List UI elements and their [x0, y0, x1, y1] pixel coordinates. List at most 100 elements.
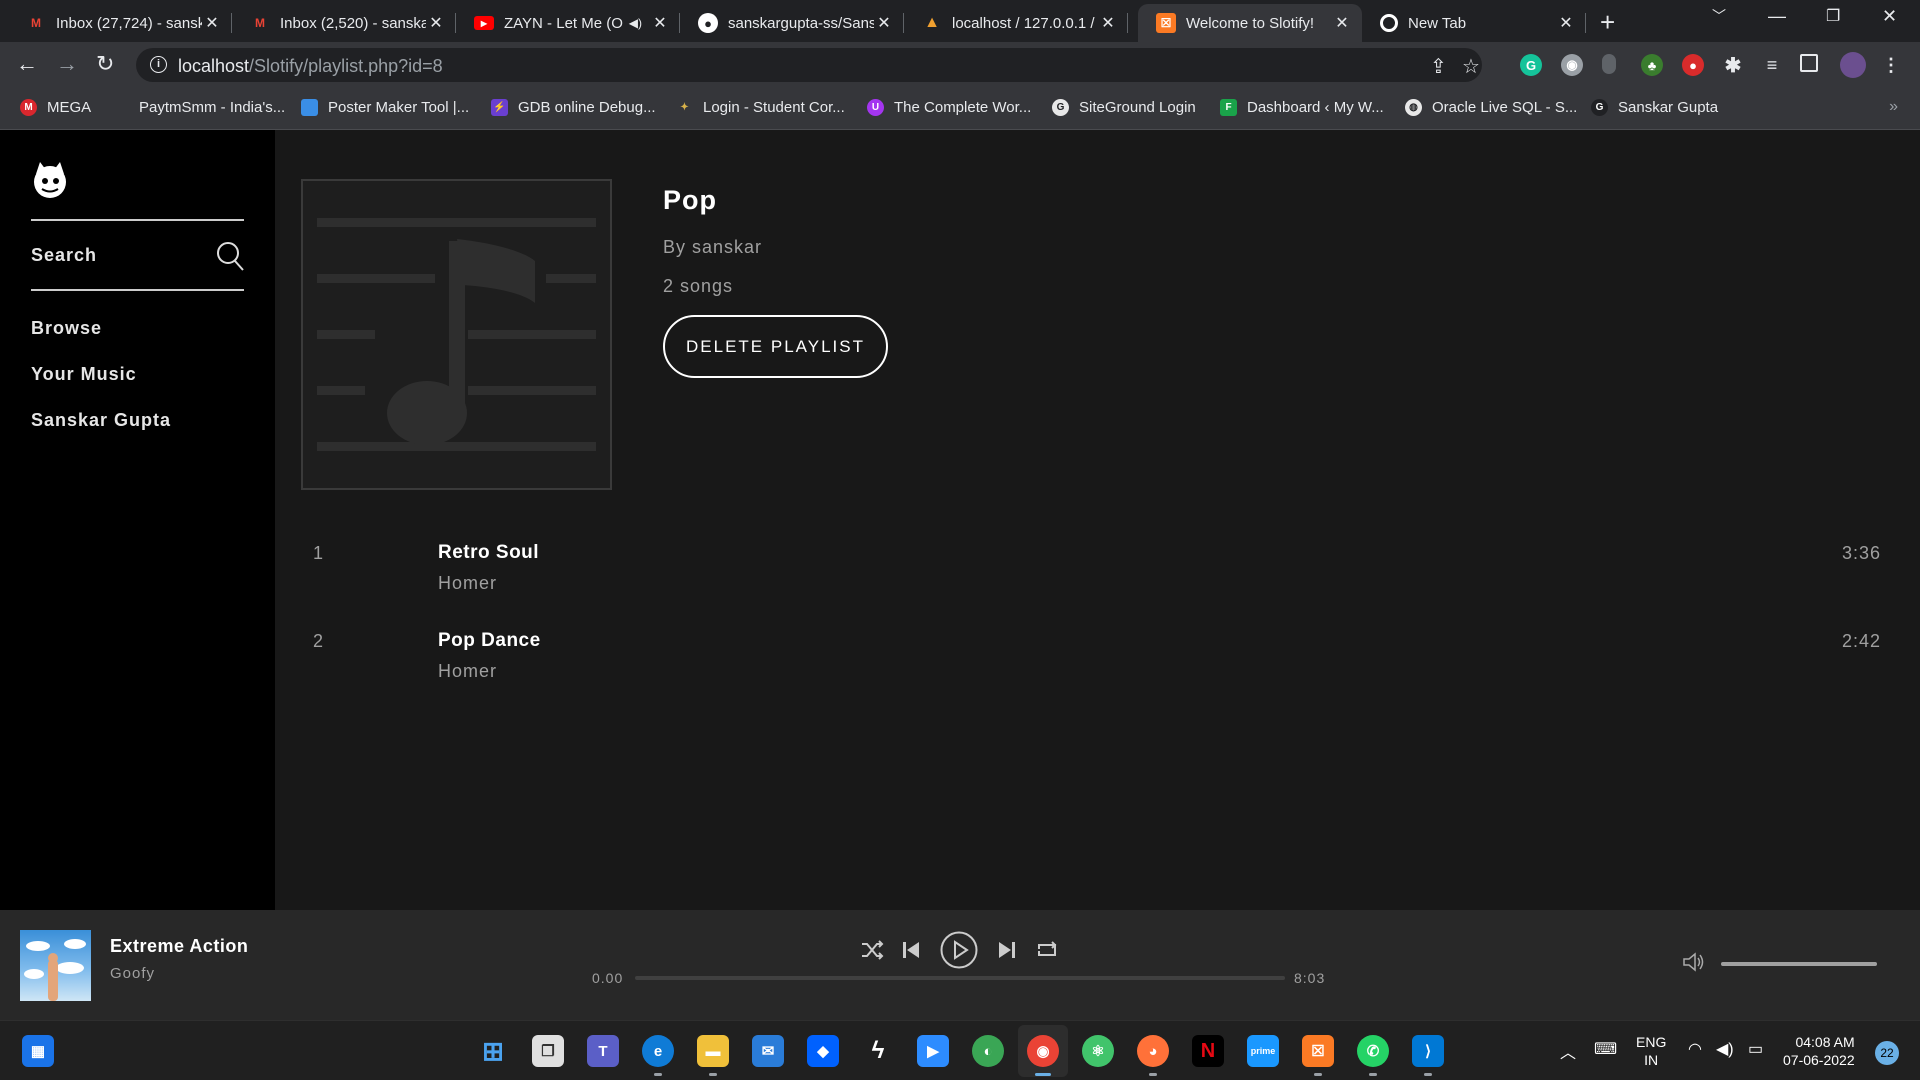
- previous-icon[interactable]: [901, 940, 921, 960]
- address-bar[interactable]: i localhost/Slotify/playlist.php?id=8 ⇪ …: [136, 48, 1482, 82]
- dropbox-icon[interactable]: ◆: [807, 1035, 839, 1067]
- back-icon[interactable]: ←: [16, 51, 38, 77]
- battery-icon[interactable]: ▭: [1748, 1039, 1763, 1059]
- share-icon[interactable]: ⇪: [1430, 54, 1447, 79]
- track-name[interactable]: Retro Soul: [438, 542, 539, 564]
- bookmark-item[interactable]: ✦ Login - Student Cor...: [676, 99, 844, 116]
- earth-app-icon[interactable]: ◐: [972, 1035, 1004, 1067]
- xampp-icon[interactable]: ☒: [1302, 1035, 1334, 1067]
- shuffle-icon[interactable]: [860, 938, 884, 962]
- track-artist[interactable]: Homer: [438, 573, 497, 594]
- nav-browse[interactable]: Browse: [31, 318, 102, 339]
- nav-profile[interactable]: Sanskar Gupta: [31, 410, 171, 431]
- site-info-icon[interactable]: i: [150, 56, 167, 73]
- search-link[interactable]: Search: [31, 219, 244, 291]
- extension-eye-icon[interactable]: ◉: [1561, 54, 1583, 76]
- netflix-icon[interactable]: N: [1192, 1035, 1224, 1067]
- track-row[interactable]: 2 Pop Dance Homer 2:42: [275, 621, 1920, 691]
- tab-slotify[interactable]: ☒ Welcome to Slotify! ✕: [1138, 4, 1362, 42]
- bookmark-item[interactable]: ⚡ GDB online Debug...: [491, 99, 656, 116]
- bookmarks-overflow-icon[interactable]: »: [1889, 98, 1898, 116]
- close-icon[interactable]: ✕: [650, 13, 670, 33]
- task-view-icon[interactable]: ❐: [532, 1035, 564, 1067]
- keyboard-icon[interactable]: ⌨: [1594, 1039, 1617, 1059]
- new-tab-button[interactable]: +: [1600, 7, 1615, 38]
- mail-icon[interactable]: ✉: [752, 1035, 784, 1067]
- volume-icon[interactable]: [1681, 950, 1705, 974]
- close-icon[interactable]: ✕: [874, 13, 894, 33]
- firefox-icon[interactable]: ◕: [1137, 1035, 1169, 1067]
- tray-overflow-icon[interactable]: ︿: [1560, 1039, 1576, 1063]
- notification-badge[interactable]: 22: [1875, 1041, 1899, 1065]
- tab-phpmyadmin[interactable]: ▲ localhost / 127.0.0.1 / ✕: [904, 4, 1128, 42]
- widgets-icon[interactable]: ▦: [22, 1035, 54, 1067]
- speaker-icon[interactable]: ◀): [629, 16, 642, 30]
- bookmark-item[interactable]: U The Complete Wor...: [867, 99, 1031, 116]
- prime-video-icon[interactable]: prime: [1247, 1035, 1279, 1067]
- extension-mic-icon[interactable]: [1602, 54, 1616, 74]
- minimize-icon[interactable]: —: [1768, 6, 1786, 27]
- tab-gmail-1[interactable]: M Inbox (27,724) - sansk ✕: [8, 4, 232, 42]
- grammarly-icon[interactable]: G: [1520, 54, 1542, 76]
- nav-your-music[interactable]: Your Music: [31, 364, 137, 385]
- edge-icon[interactable]: e: [642, 1035, 674, 1067]
- forward-icon[interactable]: →: [56, 51, 78, 77]
- album-art[interactable]: [20, 930, 91, 1001]
- teams-icon[interactable]: T: [587, 1035, 619, 1067]
- extensions-puzzle-icon[interactable]: ✱: [1722, 54, 1744, 77]
- tab-new-tab[interactable]: New Tab ✕: [1362, 4, 1586, 42]
- chrome-menu-icon[interactable]: ⋮: [1880, 54, 1902, 76]
- track-name[interactable]: Pop Dance: [438, 630, 541, 652]
- side-panel-icon[interactable]: [1800, 54, 1818, 72]
- tab-search-icon[interactable]: ﹀: [1712, 6, 1726, 26]
- restore-icon[interactable]: ❐: [1826, 6, 1840, 26]
- volume-slider[interactable]: [1721, 962, 1877, 966]
- vscode-icon[interactable]: ⟩: [1412, 1035, 1444, 1067]
- profile-avatar[interactable]: [1840, 52, 1866, 78]
- zoom-icon[interactable]: ▶: [917, 1035, 949, 1067]
- search-icon[interactable]: [216, 241, 244, 271]
- next-icon[interactable]: [997, 940, 1017, 960]
- close-icon[interactable]: ✕: [202, 13, 222, 33]
- whatsapp-icon[interactable]: ✆: [1357, 1035, 1389, 1067]
- now-playing-artist[interactable]: Goofy: [110, 965, 155, 982]
- tab-gmail-2[interactable]: M Inbox (2,520) - sanska ✕: [232, 4, 456, 42]
- file-explorer-icon[interactable]: ▬: [697, 1035, 729, 1067]
- track-row[interactable]: 1 Retro Soul Homer 3:36: [275, 533, 1920, 603]
- bookmark-item[interactable]: G SiteGround Login: [1052, 99, 1196, 116]
- close-icon[interactable]: ✕: [426, 13, 446, 33]
- reload-icon[interactable]: ↻: [96, 51, 114, 77]
- lightning-app-icon[interactable]: ϟ: [862, 1035, 894, 1067]
- window-close-icon[interactable]: ✕: [1882, 6, 1897, 27]
- close-icon[interactable]: ✕: [1556, 13, 1576, 33]
- play-icon[interactable]: [940, 931, 978, 969]
- clock[interactable]: 04:08 AM 07-06-2022: [1783, 1033, 1855, 1069]
- close-icon[interactable]: ✕: [1332, 13, 1352, 33]
- close-icon[interactable]: ✕: [1098, 13, 1118, 33]
- progress-bar[interactable]: [635, 976, 1285, 980]
- now-playing-title[interactable]: Extreme Action: [110, 936, 248, 957]
- atom-icon[interactable]: ⚛: [1082, 1035, 1114, 1067]
- bookmark-item[interactable]: G Sanskar Gupta: [1591, 99, 1718, 116]
- repeat-icon[interactable]: [1035, 938, 1059, 962]
- wifi-icon[interactable]: ◠: [1688, 1039, 1702, 1059]
- bookmark-item[interactable]: PaytmSmm - India's...: [139, 99, 285, 116]
- bookmark-item[interactable]: M MEGA: [20, 99, 91, 116]
- media-control-icon[interactable]: ≡: [1761, 54, 1783, 76]
- speaker-icon[interactable]: ◀): [1716, 1039, 1734, 1059]
- slotify-logo-icon[interactable]: [30, 160, 70, 200]
- start-icon[interactable]: ⊞: [477, 1035, 509, 1067]
- chrome-icon[interactable]: ◉: [1027, 1035, 1059, 1067]
- track-artist[interactable]: Homer: [438, 661, 497, 682]
- extension-record-icon[interactable]: ●: [1682, 54, 1704, 76]
- extension-tree-icon[interactable]: ♣: [1641, 54, 1663, 76]
- bookmark-item[interactable]: ◍ Oracle Live SQL - S...: [1405, 99, 1577, 116]
- bookmark-item[interactable]: F Dashboard ‹ My W...: [1220, 99, 1384, 116]
- url-text[interactable]: localhost/Slotify/playlist.php?id=8: [178, 56, 443, 77]
- bookmark-star-icon[interactable]: ☆: [1462, 54, 1480, 79]
- tab-github[interactable]: ● sanskargupta-ss/Sans ✕: [680, 4, 904, 42]
- bookmark-item[interactable]: Poster Maker Tool |...: [301, 99, 469, 116]
- tab-youtube[interactable]: ▶ ZAYN - Let Me (O ◀) ✕: [456, 4, 680, 42]
- delete-playlist-button[interactable]: DELETE PLAYLIST: [663, 315, 888, 378]
- language-indicator[interactable]: ENG IN: [1636, 1033, 1666, 1069]
